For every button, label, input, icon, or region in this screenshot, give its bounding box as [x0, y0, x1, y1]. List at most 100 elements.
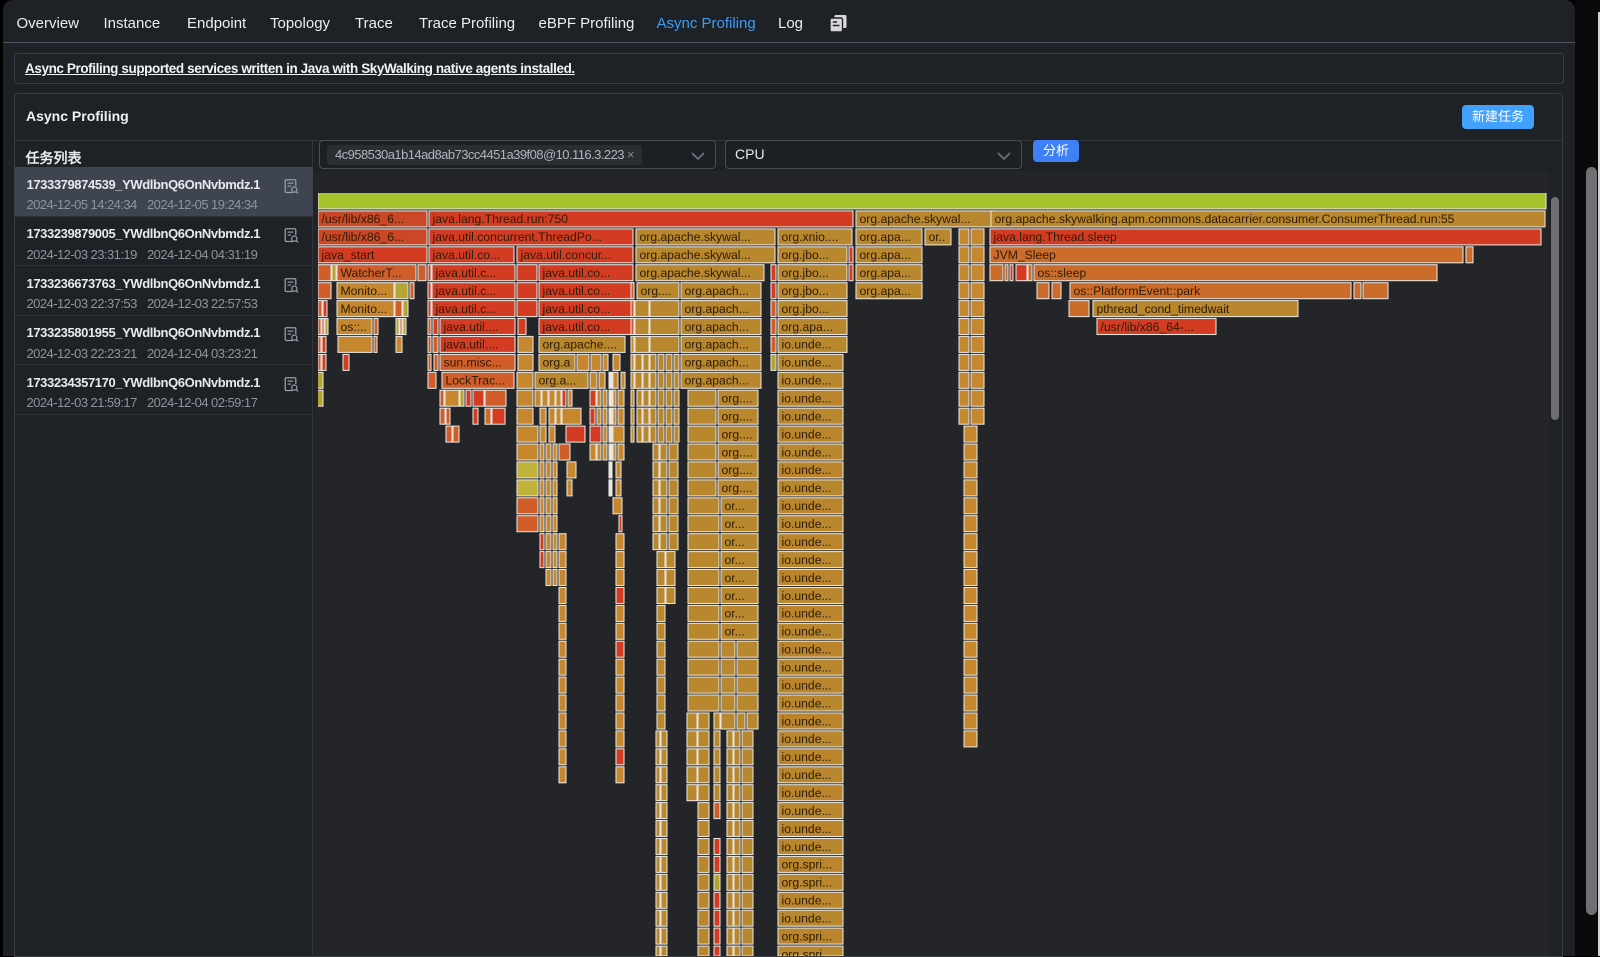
svg-text:or...: or... [725, 535, 745, 549]
svg-text:Monito...: Monito... [341, 302, 388, 316]
svg-text:io.unde...: io.unde... [782, 643, 832, 657]
svg-text:io.unde...: io.unde... [782, 768, 832, 782]
svg-text:io.unde...: io.unde... [782, 571, 832, 585]
svg-text:io.unde...: io.unde... [782, 732, 832, 746]
svg-text:org.jbo...: org.jbo... [782, 284, 829, 298]
svg-text:os::sleep: os::sleep [1038, 266, 1087, 280]
svg-text:io.unde...: io.unde... [782, 481, 832, 495]
svg-text:io.unde...: io.unde... [782, 822, 832, 836]
svg-text:LockTrac...: LockTrac... [446, 374, 506, 388]
svg-text:/usr/lib/x86_6...: /usr/lib/x86_6... [322, 212, 405, 226]
svg-text:io.unde...: io.unde... [782, 517, 832, 531]
svg-text:java.util.c...: java.util.c... [435, 302, 497, 316]
svg-text:io.unde...: io.unde... [782, 696, 832, 710]
svg-text:java.util.concur...: java.util.concur... [520, 248, 612, 262]
svg-text:java.util.concurrent.ThreadPo.: java.util.concurrent.ThreadPo... [432, 230, 602, 244]
svg-text:java.util.c...: java.util.c... [435, 284, 497, 298]
svg-text:sun.misc...: sun.misc... [444, 356, 502, 370]
svg-text:org.jbo...: org.jbo... [782, 248, 829, 262]
svg-text:io.unde...: io.unde... [782, 589, 832, 603]
svg-text:org.apach...: org.apach... [685, 320, 749, 334]
svg-text:io.unde...: io.unde... [782, 714, 832, 728]
svg-text:org.apache.skywal...: org.apache.skywal... [640, 266, 751, 280]
svg-text:org.apach...: org.apach... [685, 338, 749, 352]
svg-text:org.apach...: org.apach... [685, 284, 749, 298]
svg-text:io.unde...: io.unde... [782, 678, 832, 692]
svg-text:org.apa...: org.apa... [860, 284, 912, 298]
svg-text:org....: org.... [722, 481, 753, 495]
svg-text:or...: or... [725, 625, 745, 639]
svg-text:or...: or... [929, 230, 949, 244]
svg-text:io.unde...: io.unde... [782, 535, 832, 549]
svg-text:io.unde...: io.unde... [782, 750, 832, 764]
svg-text:os::...: os::... [341, 320, 371, 334]
svg-text:org.apache.skywal...: org.apache.skywal... [640, 248, 751, 262]
svg-text:org.apache.skywal...: org.apache.skywal... [860, 212, 971, 226]
svg-text:io.unde...: io.unde... [782, 356, 832, 370]
svg-text:io.unde...: io.unde... [782, 463, 832, 477]
svg-text:java_start: java_start [321, 248, 375, 262]
svg-text:org....: org.... [722, 410, 753, 424]
svg-text:java.util.co...: java.util.co... [542, 302, 611, 316]
svg-text:pthread_cond_timedwait: pthread_cond_timedwait [1097, 302, 1230, 316]
svg-text:java.util.c...: java.util.c... [435, 266, 497, 280]
svg-text:or...: or... [725, 499, 745, 513]
svg-text:org.apach...: org.apach... [685, 356, 749, 370]
svg-text:java.util.co...: java.util.co... [542, 266, 611, 280]
svg-text:io.unde...: io.unde... [782, 499, 832, 513]
svg-text:io.unde...: io.unde... [782, 912, 832, 926]
svg-text:io.unde...: io.unde... [782, 445, 832, 459]
svg-text:java.lang.Thread.run:750: java.lang.Thread.run:750 [432, 212, 569, 226]
svg-text:org.apach...: org.apach... [685, 302, 749, 316]
svg-text:or...: or... [725, 517, 745, 531]
svg-text:org.xnio....: org.xnio.... [782, 230, 839, 244]
svg-text:Monito...: Monito... [341, 284, 388, 298]
svg-text:or...: or... [725, 607, 745, 621]
svg-text:io.unde...: io.unde... [782, 410, 832, 424]
svg-text:org.jbo...: org.jbo... [782, 302, 829, 316]
svg-text:org....: org.... [722, 392, 753, 406]
svg-text:io.unde...: io.unde... [782, 427, 832, 441]
svg-text:org.jbo...: org.jbo... [782, 266, 829, 280]
svg-text:io.unde...: io.unde... [782, 804, 832, 818]
svg-text:org.apache....: org.apache.... [543, 338, 618, 352]
svg-text:org.spri...: org.spri... [782, 858, 833, 872]
svg-text:/usr/lib/x86_64-...: /usr/lib/x86_64-... [1101, 320, 1194, 334]
svg-text:os::PlatformEvent::park: os::PlatformEvent::park [1074, 284, 1202, 298]
svg-text:io.unde...: io.unde... [782, 392, 832, 406]
svg-text:java.util....: java.util.... [443, 338, 499, 352]
svg-text:org.apache.skywal...: org.apache.skywal... [640, 230, 751, 244]
svg-text:java.util.co...: java.util.co... [432, 248, 501, 262]
svg-text:org.apa...: org.apa... [860, 266, 912, 280]
svg-text:java.util.co...: java.util.co... [542, 284, 611, 298]
svg-text:org....: org.... [641, 284, 672, 298]
svg-text:io.unde...: io.unde... [782, 840, 832, 854]
svg-text:java.util.co...: java.util.co... [542, 320, 611, 334]
svg-text:io.unde...: io.unde... [782, 625, 832, 639]
svg-text:org....: org.... [722, 427, 753, 441]
svg-text:io.unde...: io.unde... [782, 607, 832, 621]
svg-text:/usr/lib/x86_6...: /usr/lib/x86_6... [322, 230, 405, 244]
svg-text:org....: org.... [722, 445, 753, 459]
svg-text:org.spri...: org.spri... [782, 929, 833, 943]
svg-text:org.apa...: org.apa... [782, 320, 834, 334]
svg-text:or...: or... [725, 553, 745, 567]
svg-text:or...: or... [725, 571, 745, 585]
svg-text:io.unde...: io.unde... [782, 374, 832, 388]
svg-text:org.a...: org.a... [539, 374, 577, 388]
svg-text:java.lang.Thread.sleep: java.lang.Thread.sleep [993, 230, 1118, 244]
svg-text:org.apa...: org.apa... [860, 248, 912, 262]
svg-text:org.spri...: org.spri... [782, 947, 833, 956]
svg-text:org.apach...: org.apach... [685, 374, 749, 388]
svg-text:io.unde...: io.unde... [782, 553, 832, 567]
svg-text:or...: or... [725, 589, 745, 603]
svg-text:JVM_Sleep: JVM_Sleep [994, 248, 1057, 262]
svg-text:org.spri...: org.spri... [782, 876, 833, 890]
svg-text:io.unde...: io.unde... [782, 894, 832, 908]
svg-text:org....: org.... [722, 463, 753, 477]
svg-text:io.unde...: io.unde... [782, 338, 832, 352]
svg-text:java.util....: java.util.... [443, 320, 499, 334]
svg-text:io.unde...: io.unde... [782, 786, 832, 800]
svg-text:org.apa...: org.apa... [860, 230, 912, 244]
svg-text:io.unde...: io.unde... [782, 661, 832, 675]
